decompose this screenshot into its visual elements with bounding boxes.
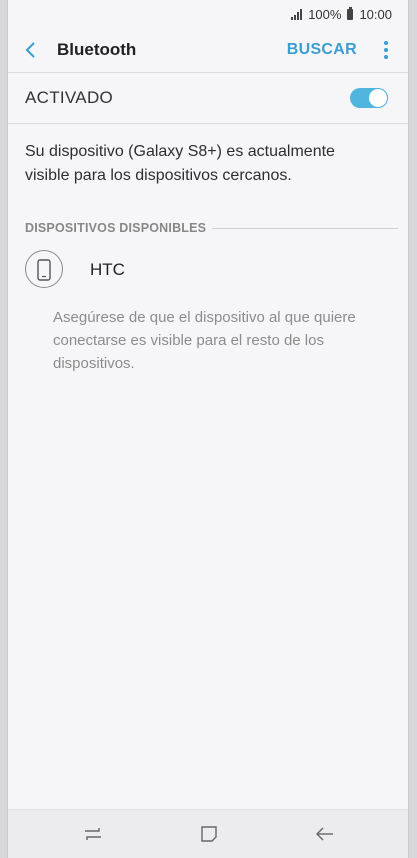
search-button[interactable]: BUSCAR	[287, 41, 357, 59]
section-title: DISPOSITIVOS DISPONIBLES	[25, 221, 207, 235]
device-item-htc[interactable]: HTC	[25, 250, 408, 290]
home-icon[interactable]	[199, 824, 219, 844]
clock: 10:00	[359, 6, 392, 22]
page-title: Bluetooth	[57, 40, 137, 59]
bluetooth-toggle-row[interactable]: ACTIVADO	[8, 73, 408, 123]
bluetooth-switch[interactable]	[350, 88, 388, 108]
back-arrow-icon[interactable]	[21, 40, 41, 60]
navigation-bar	[8, 809, 408, 858]
more-options-icon[interactable]	[384, 41, 388, 59]
visibility-hint: Asegúrese de que el dispositivo al que q…	[53, 309, 356, 372]
app-bar: Bluetooth BUSCAR	[8, 28, 408, 72]
back-icon[interactable]	[315, 824, 335, 844]
section-divider	[212, 227, 398, 229]
device-name: HTC	[90, 260, 125, 279]
switch-knob	[369, 89, 387, 107]
signal-icon	[291, 8, 303, 20]
phone-screen: 100% 10:00 Bluetooth BUSCAR ACTIVADO Su …	[7, 0, 409, 858]
battery-icon	[347, 6, 354, 20]
smartphone-icon	[25, 250, 63, 288]
battery-percentage: 100%	[308, 6, 342, 22]
divider	[8, 123, 408, 124]
toggle-label: ACTIVADO	[25, 88, 114, 107]
visibility-message: Su dispositivo (Galaxy S8+) es actualmen…	[25, 143, 335, 184]
status-bar: 100% 10:00	[8, 0, 408, 28]
recent-apps-icon[interactable]	[83, 824, 103, 844]
available-devices-header: DISPOSITIVOS DISPONIBLES	[25, 220, 398, 236]
